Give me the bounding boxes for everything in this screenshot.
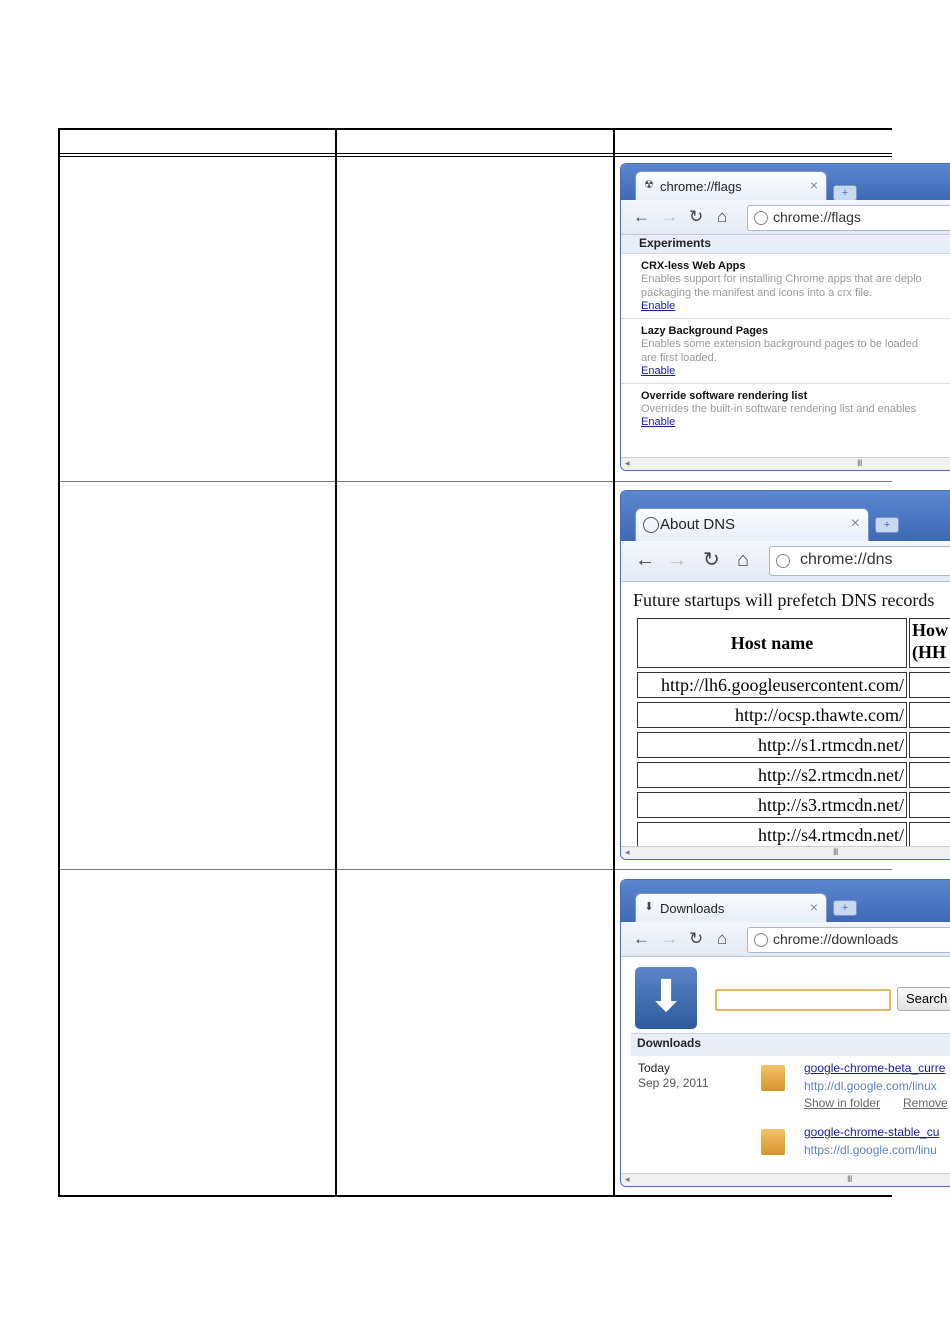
experiment-item: CRX-less Web Apps Enables support for in…: [621, 254, 950, 319]
address-bar[interactable]: chrome://downloads: [747, 927, 950, 953]
horizontal-scrollbar[interactable]: ◂ III: [621, 846, 950, 859]
table-top-border: [58, 128, 892, 130]
reload-icon[interactable]: ↻: [703, 550, 720, 570]
globe-icon: [776, 554, 790, 568]
home-icon[interactable]: ⌂: [717, 930, 727, 948]
new-tab-button[interactable]: +: [833, 900, 857, 916]
home-icon[interactable]: ⌂: [717, 208, 727, 226]
experiment-desc: Enables support for installing Chrome ap…: [641, 273, 922, 285]
close-icon[interactable]: ×: [810, 899, 818, 915]
tab-title: About DNS: [660, 516, 736, 533]
experiment-desc: Overrides the built-in software renderin…: [641, 403, 917, 415]
download-file-link[interactable]: google-chrome-stable_cu: [804, 1125, 939, 1139]
flags-screenshot: ☢ chrome://flags × + ← → ↻ ⌂ chrome://fl…: [620, 163, 950, 471]
new-tab-button[interactable]: +: [875, 517, 899, 533]
how-header: How (HH: [909, 618, 950, 668]
tab-title: Downloads: [660, 901, 725, 916]
tab-flags[interactable]: ☢ chrome://flags ×: [635, 171, 827, 200]
how-cell: [909, 822, 950, 848]
how-cell: [909, 792, 950, 818]
close-icon[interactable]: ×: [810, 177, 818, 193]
date-today: Today: [638, 1061, 671, 1075]
forward-icon[interactable]: →: [661, 930, 678, 948]
remove-link[interactable]: Remove: [903, 1096, 948, 1110]
host-name-header: Host name: [637, 618, 907, 668]
table-row: http://s4.rtmcdn.net/: [637, 822, 907, 848]
close-icon[interactable]: ×: [851, 515, 860, 533]
address-bar[interactable]: chrome://dns: [769, 546, 950, 576]
table-row: http://s3.rtmcdn.net/: [637, 792, 907, 818]
forward-icon[interactable]: →: [667, 550, 687, 570]
horizontal-scrollbar[interactable]: ◂ III: [621, 1173, 950, 1186]
download-arrow-icon: ⬇: [644, 901, 654, 913]
table-row: http://lh6.googleusercontent.com/: [637, 672, 907, 698]
experiment-desc: are first loaded.: [641, 352, 717, 364]
back-icon[interactable]: ←: [633, 930, 650, 948]
table-row: http://s2.rtmcdn.net/: [637, 762, 907, 788]
tab-title: chrome://flags: [660, 179, 742, 194]
table-row: http://ocsp.thawte.com/: [637, 702, 907, 728]
horizontal-scrollbar[interactable]: ◂ III: [621, 457, 950, 470]
file-icon: [761, 1065, 785, 1091]
enable-link[interactable]: Enable: [641, 365, 675, 377]
download-source-link[interactable]: http://dl.google.com/linux: [804, 1079, 937, 1093]
address-url: chrome://downloads: [773, 931, 899, 947]
experiment-item: Lazy Background Pages Enables some exten…: [621, 319, 950, 384]
table-bottom-border: [58, 1195, 892, 1197]
address-url: chrome://flags: [773, 209, 861, 225]
enable-link[interactable]: Enable: [641, 300, 675, 312]
table-row-divider-1: [58, 481, 892, 482]
address-bar[interactable]: chrome://flags: [747, 205, 950, 231]
downloads-logo-icon: ⬇: [635, 967, 697, 1029]
table-header-divider: [58, 153, 892, 154]
experiments-heading: Experiments: [621, 235, 950, 254]
experiment-desc: Enables some extension background pages …: [641, 338, 919, 350]
how-cell: [909, 732, 950, 758]
new-tab-button[interactable]: +: [833, 185, 857, 201]
experiment-name: Lazy Background Pages: [641, 325, 769, 337]
downloads-section-heading: Downloads: [631, 1033, 950, 1056]
how-header-line1: How: [912, 620, 948, 640]
table-col-divider-1: [335, 128, 337, 1197]
experiment-desc: packaging the manifest and icons into a …: [641, 287, 873, 299]
file-icon: [761, 1129, 785, 1155]
how-cell: [909, 702, 950, 728]
experiment-item: Override software rendering list Overrid…: [621, 384, 950, 434]
download-source-link[interactable]: https://dl.google.com/linu: [804, 1143, 937, 1157]
address-url: chrome://dns: [800, 551, 893, 568]
reload-icon[interactable]: ↻: [689, 208, 703, 226]
enable-link[interactable]: Enable: [641, 416, 675, 428]
table-row: http://s1.rtmcdn.net/: [637, 732, 907, 758]
download-file-link[interactable]: google-chrome-beta_curre: [804, 1061, 945, 1075]
back-icon[interactable]: ←: [633, 208, 650, 226]
radiation-icon: ☢: [644, 179, 654, 191]
table-left-border: [58, 128, 60, 1197]
date-full: Sep 29, 2011: [638, 1076, 709, 1090]
how-cell: [909, 672, 950, 698]
table-header-divider-2: [58, 156, 892, 157]
table-col-divider-2: [613, 128, 615, 1197]
show-in-folder-link[interactable]: Show in folder: [804, 1096, 880, 1110]
back-icon[interactable]: ←: [635, 550, 655, 570]
reload-icon[interactable]: ↻: [689, 930, 703, 948]
globe-icon: [643, 517, 659, 533]
search-button[interactable]: Search: [897, 987, 950, 1011]
experiment-name: CRX-less Web Apps: [641, 260, 746, 272]
globe-icon: [754, 211, 768, 225]
search-input[interactable]: [715, 989, 891, 1011]
experiment-name: Override software rendering list: [641, 390, 808, 402]
home-icon[interactable]: ⌂: [737, 550, 749, 570]
how-header-line2: (HH: [912, 642, 946, 662]
forward-icon[interactable]: →: [661, 208, 678, 226]
dns-screenshot: About DNS × + ← → ↻ ⌂ chrome://dns Futur…: [620, 490, 950, 860]
downloads-screenshot: ⬇ Downloads × + ← → ↻ ⌂ chrome://downloa…: [620, 879, 950, 1187]
how-cell: [909, 762, 950, 788]
tab-dns[interactable]: About DNS ×: [635, 508, 869, 541]
table-row-divider-2: [58, 869, 892, 870]
globe-icon: [754, 933, 768, 947]
dns-caption: Future startups will prefetch DNS record…: [633, 590, 935, 610]
tab-downloads[interactable]: ⬇ Downloads ×: [635, 893, 827, 922]
